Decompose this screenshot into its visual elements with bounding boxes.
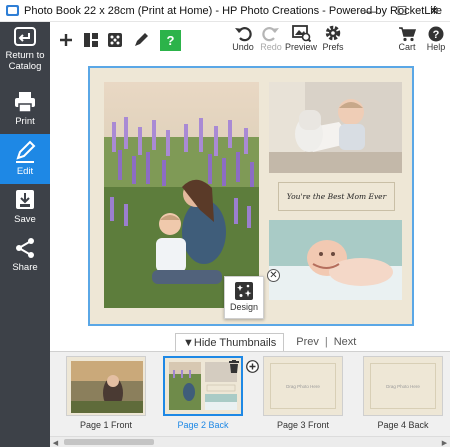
share-icon <box>16 238 34 258</box>
prefs-button[interactable]: Prefs <box>320 24 346 52</box>
sidebar-item-label: Save <box>14 214 36 225</box>
thumbnail-label: Page 3 Front <box>276 420 330 430</box>
nav-separator: | <box>324 336 328 348</box>
prev-link[interactable]: Prev <box>296 336 319 348</box>
close-icon: ✕ <box>269 269 278 281</box>
book-page: You're the Best Mom Ever Design ✕ <box>88 66 450 326</box>
thumbnail-strip: Page 1 Front Page 2 Back Drag Photo Here… <box>50 351 450 436</box>
sidebar-item-label: Share <box>12 262 38 273</box>
minimize-button[interactable]: — <box>354 0 386 22</box>
sidebar-item-edit[interactable]: Edit <box>0 134 57 184</box>
sidebar-item-label: Edit <box>16 166 34 177</box>
sidebar: Return to Catalog Print Edit Save Share <box>0 22 57 447</box>
drop-photo-placeholder: Drag Photo Here <box>370 363 436 409</box>
dice-icon[interactable] <box>107 32 123 48</box>
add-icon[interactable] <box>59 33 73 47</box>
photo-smiling-baby[interactable] <box>269 220 402 300</box>
help-button[interactable]: ? Help <box>424 26 448 52</box>
redo-label: Redo <box>260 42 282 52</box>
pen-tool-icon[interactable] <box>133 32 149 48</box>
layout-icon[interactable] <box>83 32 99 48</box>
cart-icon <box>399 27 416 42</box>
trash-icon[interactable] <box>228 360 240 373</box>
drop-photo-text: Drag Photo Here <box>286 383 320 389</box>
sidebar-item-label: Return to Catalog <box>5 50 45 72</box>
help-icon: ? <box>428 26 444 42</box>
thumbnail-page-3[interactable]: Drag Photo Here <box>263 356 343 416</box>
thumbnail-page-4[interactable]: Drag Photo Here <box>363 356 443 416</box>
prefs-label: Prefs <box>322 42 344 52</box>
undo-label: Undo <box>232 42 254 52</box>
add-page-icon[interactable] <box>246 360 259 373</box>
sidebar-item-share[interactable]: Share <box>0 236 50 282</box>
hide-thumbnails-label: ▼Hide Thumbnails <box>183 336 277 349</box>
return-icon <box>14 27 36 46</box>
toolbar: ? Undo Redo Preview Prefs Cart ? Help <box>50 22 450 60</box>
cart-label: Cart <box>398 42 416 52</box>
photo-baby-rocking-horse[interactable] <box>269 82 402 173</box>
design-popup[interactable]: Design <box>224 276 264 319</box>
redo-button[interactable]: Redo <box>258 24 284 52</box>
cart-button[interactable]: Cart <box>395 26 419 52</box>
scroll-right-icon[interactable]: ▶ <box>439 437 450 447</box>
drop-photo-text: Drag Photo Here <box>386 383 420 389</box>
thumbnail-label: Page 1 Front <box>79 420 133 430</box>
thumbnail-scrollbar[interactable]: ◀ ▶ <box>50 436 450 447</box>
preview-label: Preview <box>284 42 317 52</box>
design-label: Design <box>229 302 258 312</box>
thumbnail-label: Page 4 Back <box>377 420 429 430</box>
hide-thumbnails-button[interactable]: ▼Hide Thumbnails <box>175 333 285 351</box>
close-design-button[interactable]: ✕ <box>267 269 280 282</box>
app-icon <box>6 5 19 16</box>
preview-button[interactable]: Preview <box>284 24 318 52</box>
canvas-area: You're the Best Mom Ever Design ✕ <box>50 60 450 335</box>
undo-icon <box>235 27 252 42</box>
drop-photo-placeholder: Drag Photo Here <box>270 363 336 409</box>
preview-icon <box>292 25 311 42</box>
next-link[interactable]: Next <box>334 336 357 348</box>
thumbnail-label: Page 2 Back <box>177 420 229 430</box>
save-icon <box>16 190 34 209</box>
close-button[interactable]: ✕ <box>418 0 450 22</box>
sidebar-item-return-to-catalog[interactable]: Return to Catalog <box>0 26 50 84</box>
scroll-left-icon[interactable]: ◀ <box>50 437 61 447</box>
sidebar-item-print[interactable]: Print <box>0 90 50 136</box>
undo-button[interactable]: Undo <box>230 24 256 52</box>
help-tips-button[interactable]: ? <box>160 30 181 51</box>
help-label: Help <box>426 42 446 52</box>
maximize-button[interactable]: ☐ <box>386 0 418 22</box>
window-controls: — ☐ ✕ <box>354 0 450 22</box>
title-bar: Photo Book 22 x 28cm (Print at Home) - H… <box>0 0 450 22</box>
pencil-icon <box>16 140 36 163</box>
caption-text: You're the Best Mom Ever <box>286 192 387 201</box>
scrollbar-thumb[interactable] <box>64 439 154 445</box>
help-badge-text: ? <box>166 33 175 48</box>
design-icon <box>235 282 253 300</box>
svg-text:?: ? <box>433 29 440 41</box>
gear-icon <box>325 25 341 41</box>
sidebar-item-save[interactable]: Save <box>0 188 50 234</box>
photo-mother-child-flowers[interactable] <box>104 82 259 308</box>
printer-icon <box>15 92 35 113</box>
redo-icon <box>262 27 279 42</box>
thumbnail-controls: ▼Hide Thumbnails Prev | Next <box>175 333 356 351</box>
thumbnail-page-1[interactable] <box>66 356 146 416</box>
caption-text-box[interactable]: You're the Best Mom Ever <box>278 182 395 211</box>
sidebar-item-label: Print <box>15 116 35 127</box>
